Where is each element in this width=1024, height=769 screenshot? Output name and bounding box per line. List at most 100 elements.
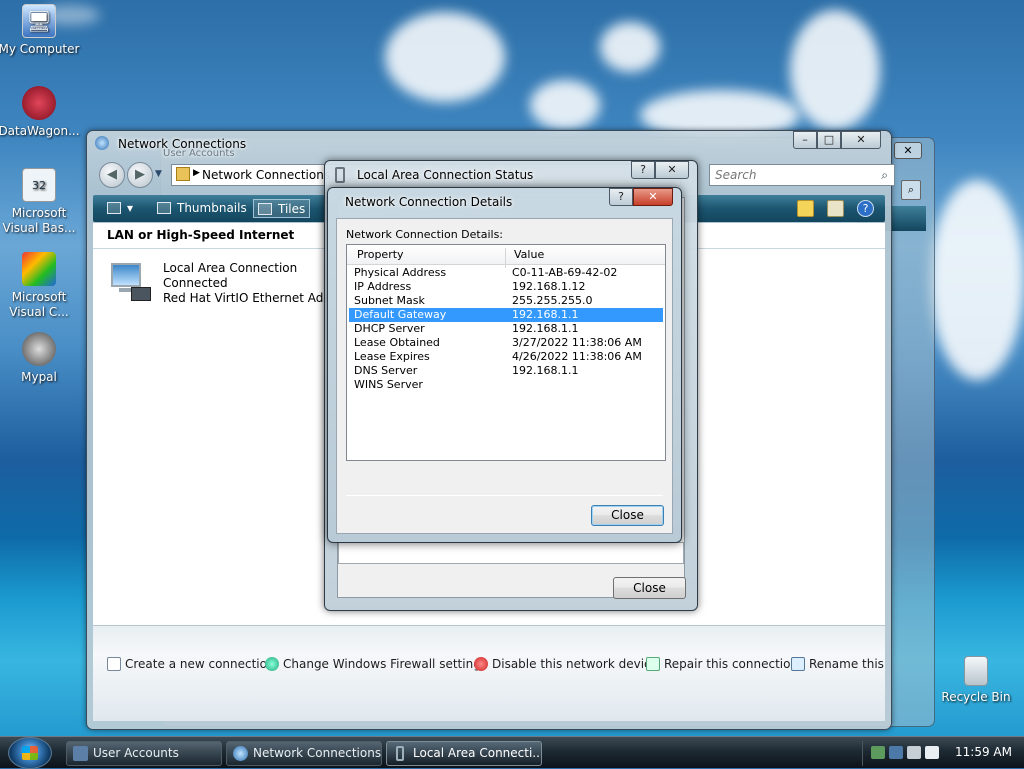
details-list[interactable]: Property Value Physical Address C0-11-AB-… bbox=[346, 244, 666, 461]
mypal-icon bbox=[22, 332, 56, 366]
tiles-icon bbox=[258, 203, 272, 215]
task-disable-device[interactable]: Disable this network device bbox=[474, 657, 658, 671]
windows-logo-icon bbox=[22, 746, 38, 760]
task-repair-connection[interactable]: Repair this connection bbox=[646, 657, 798, 671]
desktop-icon-recycle-bin[interactable]: Recycle Bin bbox=[934, 656, 1018, 704]
taskbar-button-label: Network Connections bbox=[253, 746, 382, 760]
list-item[interactable]: DHCP Server 192.168.1.1 bbox=[349, 322, 663, 336]
list-item[interactable]: Lease Expires 4/26/2022 11:38:06 AM bbox=[349, 350, 663, 364]
list-item[interactable]: Subnet Mask 255.255.255.0 bbox=[349, 294, 663, 308]
tiles-button[interactable]: Tiles bbox=[253, 199, 311, 218]
back-button[interactable]: ◀ bbox=[99, 162, 125, 188]
rename-icon bbox=[791, 657, 805, 671]
desktop-icon-label: Recycle Bin bbox=[941, 690, 1011, 704]
taskbar-button-user-accounts[interactable]: User Accounts bbox=[66, 741, 222, 766]
list-item[interactable]: Lease Obtained 3/27/2022 11:38:06 AM bbox=[349, 336, 663, 350]
value-cell: 192.168.1.12 bbox=[512, 280, 586, 293]
close-icon[interactable]: ✕ bbox=[894, 142, 922, 159]
value-cell: 192.168.1.1 bbox=[512, 322, 579, 335]
taskbar-button-lan-status[interactable]: Local Area Connecti... bbox=[386, 741, 542, 766]
thumbnails-icon bbox=[157, 202, 171, 214]
property-cell: WINS Server bbox=[354, 378, 423, 391]
status-close-button[interactable]: Close bbox=[613, 577, 686, 599]
desktop-icon-mypal[interactable]: Mypal bbox=[0, 332, 81, 384]
desktop-icon-my-computer[interactable]: 🖥 My Computer bbox=[0, 4, 81, 56]
help-icon[interactable]: ? bbox=[631, 161, 655, 179]
list-item[interactable]: DNS Server 192.168.1.1 bbox=[349, 364, 663, 378]
task-create-connection[interactable]: Create a new connection bbox=[107, 657, 275, 671]
property-cell: DNS Server bbox=[354, 364, 418, 377]
minimize-icon[interactable]: – bbox=[793, 131, 817, 149]
folder-icon bbox=[176, 167, 190, 181]
connection-icon bbox=[396, 746, 404, 761]
column-separator[interactable] bbox=[505, 248, 506, 268]
help-icon[interactable]: ? bbox=[609, 188, 633, 206]
task-label: Disable this network device bbox=[492, 657, 659, 671]
list-item[interactable]: IP Address 192.168.1.12 bbox=[349, 280, 663, 294]
ghost-title: User Accounts bbox=[163, 148, 235, 159]
cloud bbox=[930, 180, 1024, 380]
close-icon[interactable]: ✕ bbox=[655, 161, 689, 179]
property-cell: Subnet Mask bbox=[354, 294, 425, 307]
taskbar-button-network-connections[interactable]: Network Connections bbox=[226, 741, 382, 766]
organize-button[interactable]: ▾ bbox=[103, 199, 137, 218]
value-cell: 3/27/2022 11:38:06 AM bbox=[512, 336, 642, 349]
volume-tray-icon[interactable] bbox=[925, 746, 939, 759]
user-accounts-icon bbox=[73, 746, 88, 761]
desktop-icon-label: My Computer bbox=[0, 42, 80, 56]
close-icon[interactable]: ✕ bbox=[841, 131, 881, 149]
task-rename-connection[interactable]: Rename this bbox=[791, 657, 884, 671]
new-folder-icon[interactable] bbox=[797, 200, 814, 217]
network-connection-details-dialog[interactable]: Network Connection Details ? ✕ Network C… bbox=[327, 187, 682, 543]
recent-pages-icon[interactable]: ▼ bbox=[155, 169, 162, 179]
search-placeholder: Search bbox=[715, 168, 757, 182]
task-firewall-settings[interactable]: Change Windows Firewall settings bbox=[265, 657, 487, 671]
property-cell: Physical Address bbox=[354, 266, 447, 279]
close-icon[interactable]: ✕ bbox=[633, 188, 673, 206]
start-button[interactable] bbox=[8, 737, 52, 769]
desktop-icon-label: Microsoft Visual Bas... bbox=[2, 206, 76, 235]
search-icon[interactable]: ⌕ bbox=[901, 180, 921, 200]
search-icon[interactable]: ⌕ bbox=[881, 168, 888, 183]
desktop-icon-visual-basic[interactable]: 32 Microsoft Visual Bas... bbox=[0, 168, 81, 236]
maximize-icon[interactable]: □ bbox=[817, 131, 841, 149]
breadcrumb[interactable]: Network Connections bbox=[202, 168, 330, 182]
property-cell: Lease Expires bbox=[354, 350, 430, 363]
datawagon-icon bbox=[22, 86, 56, 120]
value-cell: 255.255.255.0 bbox=[512, 294, 593, 307]
list-item[interactable]: WINS Server bbox=[349, 378, 663, 392]
forward-button[interactable]: ▶ bbox=[127, 162, 153, 188]
list-header: Property Value bbox=[347, 245, 665, 268]
firewall-icon bbox=[265, 657, 279, 671]
thumbnails-button[interactable]: Thumbnails bbox=[153, 199, 251, 218]
network-icon bbox=[233, 746, 248, 761]
lan-connection-icon[interactable] bbox=[109, 261, 153, 303]
organize-icon bbox=[107, 202, 121, 214]
network-tray-icon[interactable] bbox=[871, 746, 885, 759]
help-icon[interactable]: ? bbox=[857, 200, 874, 217]
chevron-right-icon: ▶ bbox=[193, 168, 200, 178]
desktop-icon-datawagon[interactable]: DataWagon... bbox=[0, 86, 81, 138]
task-pane: Create a new connection Change Windows F… bbox=[93, 625, 885, 721]
search-input[interactable]: Search ⌕ bbox=[709, 164, 895, 186]
divider bbox=[346, 495, 663, 496]
clock[interactable]: 11:59 AM bbox=[955, 745, 1012, 759]
property-cell: Lease Obtained bbox=[354, 336, 440, 349]
caption-buttons: – □ ✕ bbox=[793, 131, 881, 149]
recycle-bin-icon bbox=[964, 656, 988, 686]
properties-icon[interactable] bbox=[827, 200, 844, 217]
sync-tray-icon[interactable] bbox=[889, 746, 903, 759]
column-header-value[interactable]: Value bbox=[514, 248, 544, 261]
column-header-property[interactable]: Property bbox=[357, 248, 404, 261]
caption-buttons: ? ✕ bbox=[609, 188, 673, 206]
list-item-selected[interactable]: Default Gateway 192.168.1.1 bbox=[349, 308, 663, 322]
list-item[interactable]: Physical Address C0-11-AB-69-42-02 bbox=[349, 266, 663, 280]
tiles-label: Tiles bbox=[278, 202, 306, 216]
property-cell: DHCP Server bbox=[354, 322, 425, 335]
monitor-tray-icon[interactable] bbox=[907, 746, 921, 759]
connection-icon bbox=[335, 167, 345, 183]
dialog-title: Local Area Connection Status bbox=[357, 168, 534, 182]
details-close-button[interactable]: Close bbox=[591, 505, 664, 526]
desktop-icon-visual-c[interactable]: Microsoft Visual C... bbox=[0, 252, 81, 320]
property-cell: IP Address bbox=[354, 280, 412, 293]
